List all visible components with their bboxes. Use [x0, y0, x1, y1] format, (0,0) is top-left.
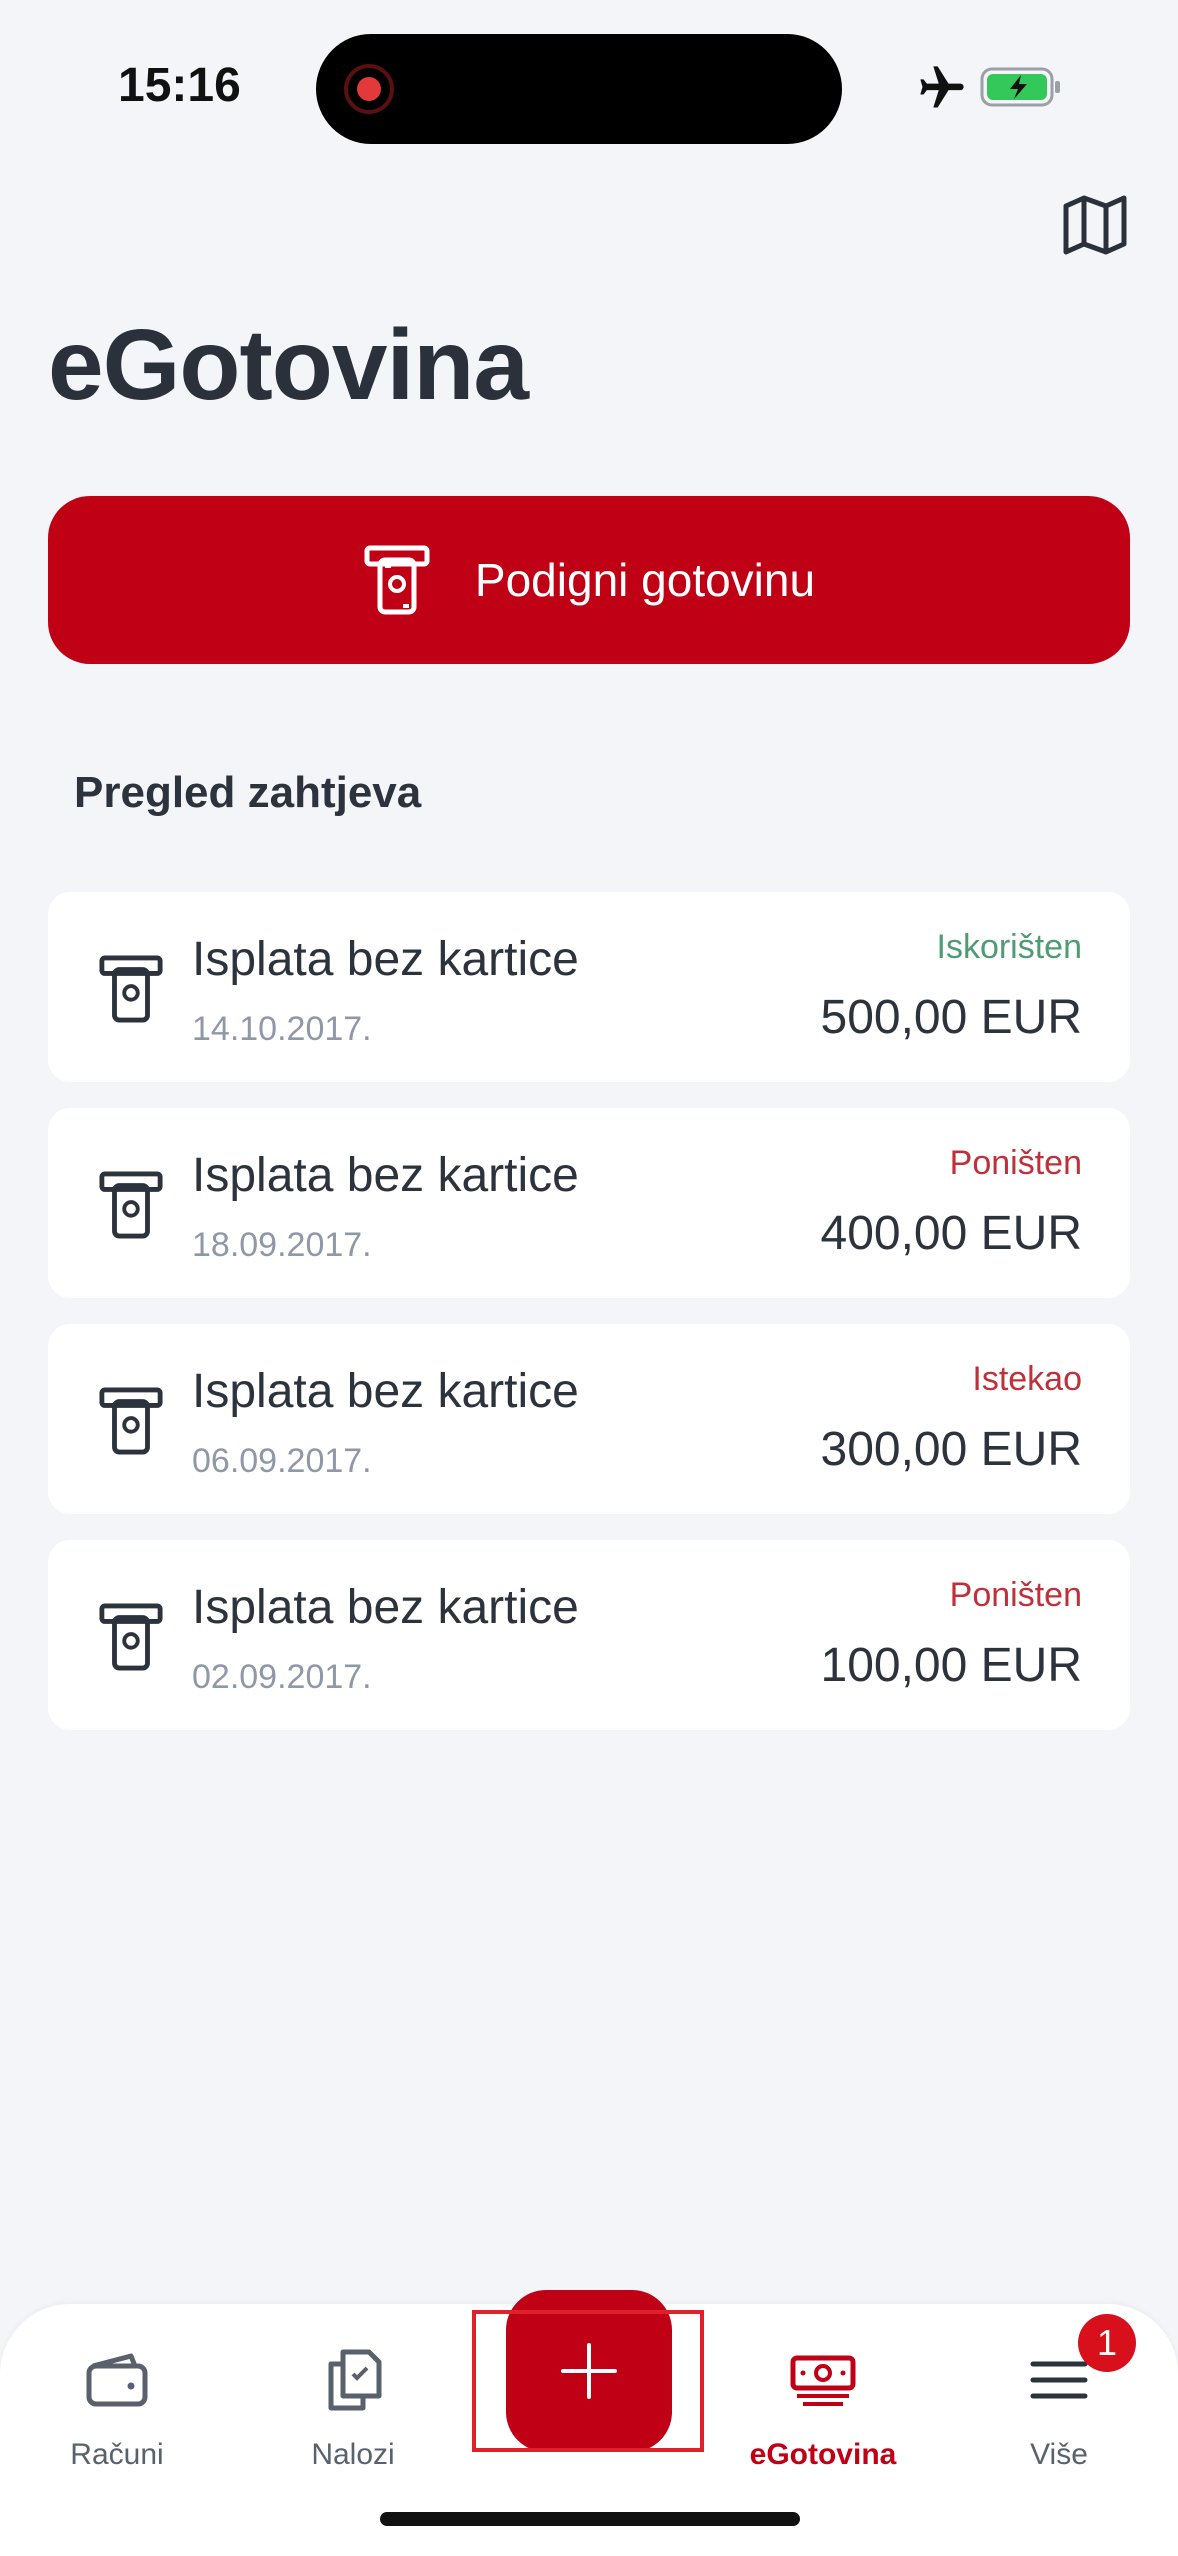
request-title: Isplata bez kartice	[192, 1365, 579, 1418]
page-title: eGotovina	[48, 309, 529, 421]
request-amount: 400,00 EUR	[820, 1207, 1083, 1260]
request-date: 14.10.2017.	[192, 1010, 372, 1048]
atm-cash-icon	[99, 1171, 163, 1239]
withdraw-cash-label: Podigni gotovinu	[474, 554, 816, 606]
request-card[interactable]: Isplata bez kartice 18.09.2017. Poništen…	[48, 1108, 1130, 1298]
home-indicator[interactable]	[380, 2512, 800, 2526]
atm-cash-icon	[99, 1603, 163, 1671]
map-icon[interactable]	[1060, 194, 1130, 256]
withdraw-cash-button[interactable]: Podigni gotovinu	[48, 496, 1130, 664]
tab-label: Više	[1030, 2438, 1088, 2471]
request-amount: 300,00 EUR	[820, 1423, 1083, 1476]
request-card[interactable]: Isplata bez kartice 02.09.2017. Poništen…	[48, 1540, 1130, 1730]
request-status: Poništen	[949, 1144, 1082, 1182]
documents-icon	[328, 2349, 382, 2411]
tab-label: Računi	[70, 2438, 164, 2471]
tab-nalozi[interactable]: Nalozi	[253, 2344, 453, 2472]
request-date: 06.09.2017.	[192, 1442, 372, 1480]
tab-label: Nalozi	[311, 2438, 395, 2471]
request-title: Isplata bez kartice	[192, 933, 579, 986]
request-status: Poništen	[949, 1576, 1082, 1614]
status-time: 15:16	[118, 59, 241, 112]
highlight-frame	[472, 2310, 704, 2452]
tab-racuni[interactable]: Računi	[17, 2344, 217, 2472]
screen-recording-icon	[344, 64, 394, 114]
request-title: Isplata bez kartice	[192, 1581, 579, 1634]
request-amount: 500,00 EUR	[820, 991, 1083, 1044]
tab-label: eGotovina	[749, 2438, 897, 2471]
battery-charging-icon	[980, 67, 1060, 107]
request-title: Isplata bez kartice	[192, 1149, 579, 1202]
tab-vise[interactable]: Više	[959, 2344, 1159, 2472]
request-card[interactable]: Isplata bez kartice 06.09.2017. Istekao …	[48, 1324, 1130, 1514]
cash-icon	[790, 2355, 856, 2406]
request-date: 18.09.2017.	[192, 1226, 372, 1264]
tab-egotovina[interactable]: eGotovina	[723, 2344, 923, 2472]
request-date: 02.09.2017.	[192, 1658, 372, 1696]
request-card[interactable]: Isplata bez kartice 14.10.2017. Iskorišt…	[48, 892, 1130, 1082]
atm-cash-icon	[99, 1387, 163, 1455]
request-status: Iskorišten	[936, 928, 1083, 966]
notification-badge: 1	[1078, 2314, 1136, 2372]
section-title: Pregled zahtjeva	[74, 768, 422, 817]
request-status: Istekao	[972, 1360, 1082, 1398]
airplane-mode-icon	[920, 66, 964, 108]
screen: 15:16 eGotovina Podigni gotovinu Pregled…	[0, 0, 1178, 2556]
dynamic-island	[316, 34, 842, 144]
request-amount: 100,00 EUR	[820, 1639, 1083, 1692]
wallet-icon	[86, 2353, 148, 2407]
atm-cash-icon	[99, 955, 163, 1023]
atm-cash-icon	[364, 545, 430, 615]
